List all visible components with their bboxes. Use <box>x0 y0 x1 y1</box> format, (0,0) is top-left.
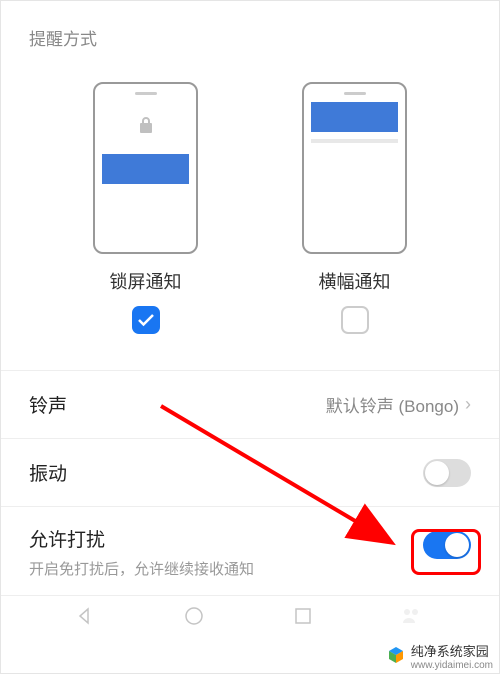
vibrate-toggle[interactable] <box>423 459 471 487</box>
vibrate-label: 振动 <box>29 459 67 486</box>
allow-disturb-sub: 开启免打扰后，允许继续接收通知 <box>29 558 254 579</box>
chevron-right-icon: › <box>465 394 471 415</box>
watermark-icon <box>385 645 407 667</box>
nav-home-icon[interactable] <box>183 605 205 632</box>
nav-bar <box>1 595 499 641</box>
section-title: 提醒方式 <box>1 1 499 62</box>
vibrate-row[interactable]: 振动 <box>1 438 499 506</box>
lock-preview-label: 锁屏通知 <box>110 268 182 294</box>
watermark: 纯净系统家园 www.yidaimei.com <box>385 641 493 671</box>
ringtone-value: 默认铃声 (Bongo) <box>326 392 459 417</box>
allow-disturb-toggle[interactable] <box>423 531 471 559</box>
watermark-url: www.yidaimei.com <box>411 660 493 671</box>
nav-extra-icon[interactable] <box>401 607 425 630</box>
nav-recents-icon[interactable] <box>293 606 313 631</box>
ringtone-row[interactable]: 铃声 默认铃声 (Bongo) › <box>1 370 499 438</box>
settings-list: 铃声 默认铃声 (Bongo) › 振动 允许打扰 开启免打扰后，允许继续接收通… <box>1 370 499 597</box>
ringtone-label: 铃声 <box>29 391 67 418</box>
preview-lock-option[interactable]: 锁屏通知 <box>76 82 216 334</box>
banner-checkbox[interactable] <box>341 306 369 334</box>
preview-banner-option[interactable]: 横幅通知 <box>285 82 425 334</box>
lock-icon <box>139 117 153 138</box>
nav-back-icon[interactable] <box>75 606 95 631</box>
banner-preview-icon <box>302 82 407 254</box>
lock-checkbox[interactable] <box>132 306 160 334</box>
lock-preview-icon <box>93 82 198 254</box>
allow-disturb-row[interactable]: 允许打扰 开启免打扰后，允许继续接收通知 <box>1 506 499 597</box>
allow-disturb-label: 允许打扰 <box>29 525 105 552</box>
banner-preview-label: 横幅通知 <box>319 268 391 294</box>
watermark-brand: 纯净系统家园 <box>411 644 489 659</box>
preview-row: 锁屏通知 横幅通知 <box>1 62 499 344</box>
